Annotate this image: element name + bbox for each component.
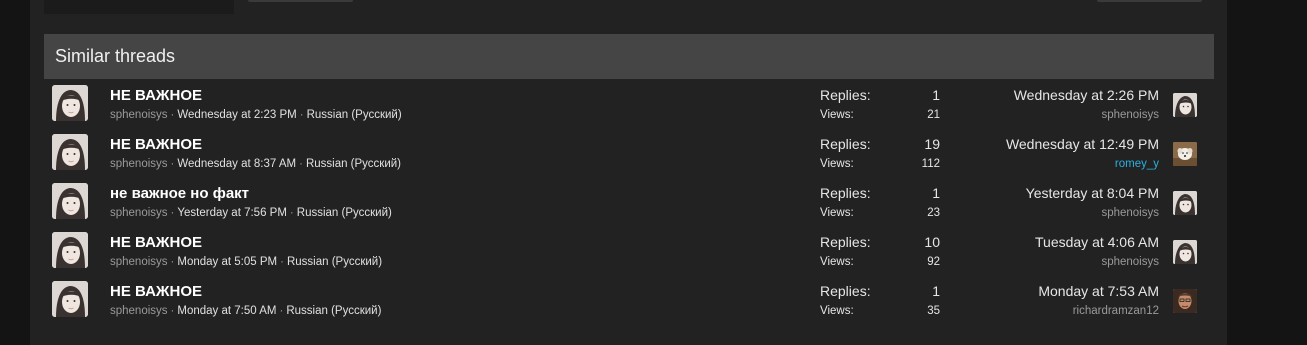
thread-row: НЕ ВАЖНОЕ sphenoisys · Monday at 7:50 AM · R… bbox=[44, 275, 1214, 324]
last-post-user[interactable]: romey_y bbox=[1115, 158, 1159, 170]
replies-count: 19 bbox=[924, 136, 940, 152]
views-count: 23 bbox=[927, 207, 940, 219]
last-post-date[interactable]: Wednesday at 2:26 PM bbox=[1014, 87, 1159, 103]
last-poster-avatar[interactable] bbox=[1173, 289, 1197, 313]
thread-title[interactable]: НЕ ВАЖНОЕ bbox=[110, 136, 202, 153]
thread-title[interactable]: НЕ ВАЖНОЕ bbox=[110, 283, 202, 300]
thread-date[interactable]: Wednesday at 2:23 PM bbox=[177, 109, 296, 121]
thread-meta: sphenoisys · Monday at 7:50 AM · Russian (Ру… bbox=[110, 305, 382, 317]
thread-title[interactable]: НЕ ВАЖНОЕ bbox=[110, 234, 202, 251]
last-poster-avatar[interactable] bbox=[1173, 142, 1197, 166]
thread-author[interactable]: sphenoisys bbox=[110, 256, 168, 268]
thread-row: НЕ ВАЖНОЕ sphenoisys · Wednesday at 8:37 A… bbox=[44, 128, 1214, 177]
views-label: Views: bbox=[820, 158, 854, 170]
thread-date[interactable]: Monday at 7:50 AM bbox=[177, 305, 276, 317]
views-label: Views: bbox=[820, 207, 854, 219]
thread-meta: sphenoisys · Monday at 5:05 PM · Russian (Ру… bbox=[110, 256, 383, 268]
thread-date[interactable]: Wednesday at 8:37 AM bbox=[177, 158, 296, 170]
replies-label: Replies: bbox=[820, 283, 871, 299]
replies-count: 10 bbox=[924, 234, 940, 250]
thread-author[interactable]: sphenoisys bbox=[110, 207, 168, 219]
thread-author[interactable]: sphenoisys bbox=[110, 158, 168, 170]
thread-forum[interactable]: Russian (Русский) bbox=[297, 207, 392, 219]
replies-count: 1 bbox=[932, 283, 940, 299]
thread-forum[interactable]: Russian (Русский) bbox=[306, 158, 401, 170]
thread-author[interactable]: sphenoisys bbox=[110, 305, 168, 317]
thread-meta: sphenoisys · Wednesday at 8:37 AM · Russian … bbox=[110, 158, 402, 170]
last-poster-avatar[interactable] bbox=[1173, 240, 1197, 264]
thread-forum[interactable]: Russian (Русский) bbox=[286, 305, 381, 317]
section-title: Similar threads bbox=[44, 34, 1214, 79]
author-avatar[interactable] bbox=[52, 281, 88, 317]
thread-date[interactable]: Monday at 5:05 PM bbox=[177, 256, 277, 268]
author-avatar[interactable] bbox=[52, 134, 88, 170]
author-avatar[interactable] bbox=[52, 85, 88, 121]
replies-label: Replies: bbox=[820, 87, 871, 103]
thread-title[interactable]: НЕ ВАЖНОЕ bbox=[110, 87, 202, 104]
replies-label: Replies: bbox=[820, 185, 871, 201]
views-count: 92 bbox=[927, 256, 940, 268]
last-post-date[interactable]: Yesterday at 8:04 PM bbox=[1026, 185, 1159, 201]
last-post-user[interactable]: sphenoisys bbox=[1101, 256, 1159, 268]
replies-count: 1 bbox=[932, 87, 940, 103]
last-post-user[interactable]: sphenoisys bbox=[1101, 109, 1159, 121]
views-label: Views: bbox=[820, 256, 854, 268]
author-avatar[interactable] bbox=[52, 232, 88, 268]
author-avatar[interactable] bbox=[52, 183, 88, 219]
last-post-date[interactable]: Wednesday at 12:49 PM bbox=[1006, 136, 1159, 152]
thread-meta: sphenoisys · Wednesday at 2:23 PM · Russian … bbox=[110, 109, 402, 121]
views-count: 112 bbox=[921, 158, 940, 170]
thread-title[interactable]: не важное но факт bbox=[110, 185, 249, 202]
thread-row: не важное но факт sphenoisys · Yesterday a… bbox=[44, 177, 1214, 226]
views-count: 21 bbox=[927, 109, 940, 121]
last-poster-avatar[interactable] bbox=[1173, 93, 1197, 117]
thread-row: НЕ ВАЖНОЕ sphenoisys · Wednesday at 2:23 P… bbox=[44, 79, 1214, 128]
last-post-date[interactable]: Tuesday at 4:06 AM bbox=[1035, 234, 1159, 250]
views-count: 35 bbox=[927, 305, 940, 317]
replies-label: Replies: bbox=[820, 234, 871, 250]
thread-date[interactable]: Yesterday at 7:56 PM bbox=[177, 207, 287, 219]
views-label: Views: bbox=[820, 109, 854, 121]
views-label: Views: bbox=[820, 305, 854, 317]
thread-meta: sphenoisys · Yesterday at 7:56 PM · Russian … bbox=[110, 207, 392, 219]
last-post-user[interactable]: sphenoisys bbox=[1101, 207, 1159, 219]
thread-author[interactable]: sphenoisys bbox=[110, 109, 168, 121]
top-button-partial[interactable] bbox=[248, 0, 353, 2]
replies-count: 1 bbox=[932, 185, 940, 201]
thread-list: НЕ ВАЖНОЕ sphenoisys · Wednesday at 2:23 P… bbox=[44, 79, 1214, 324]
last-poster-avatar[interactable] bbox=[1173, 191, 1197, 215]
similar-threads-block: Similar threads НЕ ВАЖНОЕ sphenoisys · Wed… bbox=[44, 34, 1214, 324]
last-post-date[interactable]: Monday at 7:53 AM bbox=[1038, 283, 1159, 299]
top-button-partial-right[interactable] bbox=[1097, 0, 1202, 2]
thread-forum[interactable]: Russian (Русский) bbox=[307, 109, 402, 121]
top-sidebar-block bbox=[44, 0, 234, 14]
thread-row: НЕ ВАЖНОЕ sphenoisys · Monday at 5:05 PM · R… bbox=[44, 226, 1214, 275]
thread-forum[interactable]: Russian (Русский) bbox=[287, 256, 382, 268]
last-post-user[interactable]: richardramzan12 bbox=[1073, 305, 1159, 317]
replies-label: Replies: bbox=[820, 136, 871, 152]
